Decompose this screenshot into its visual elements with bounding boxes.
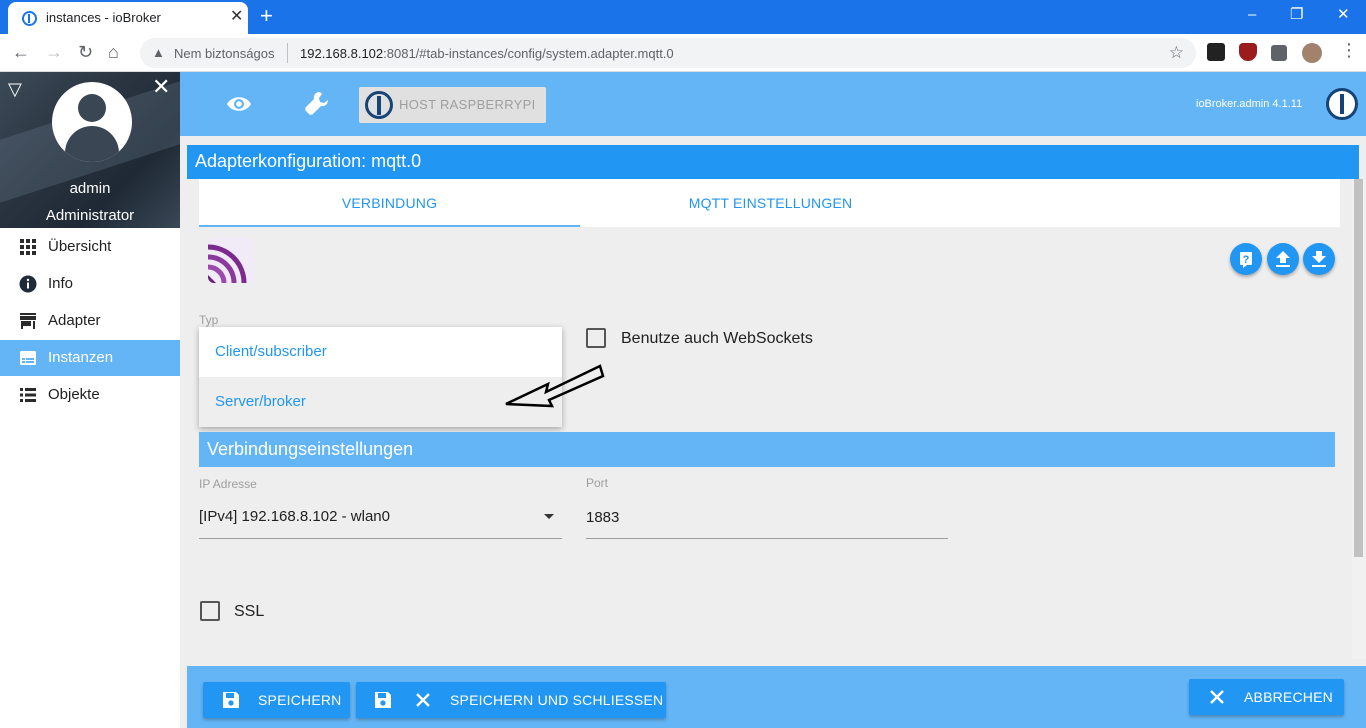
browser-tab-strip: instances - ioBroker ✕ + – ❐ ✕ [0,0,1366,34]
browser-tab[interactable]: instances - ioBroker ✕ [8,2,248,34]
profile-avatar[interactable] [1302,43,1322,63]
typ-label: Typ [199,313,219,327]
reload-icon[interactable]: ↻ [78,42,93,62]
iobroker-logo-icon[interactable] [1326,88,1358,120]
cancel-label: ABBRECHEN [1244,689,1333,705]
security-label[interactable]: Nem biztonságos [174,46,274,61]
omnibox[interactable]: ▲ Nem biztonságos 192.168.8.102:8081/#ta… [140,38,1196,68]
ssl-checkbox[interactable] [200,601,220,621]
warning-icon[interactable]: ▲ [152,45,165,60]
iobroker-triangle-icon[interactable]: ▽ [8,80,22,98]
sidebar-item-instanzen[interactable]: Instanzen [0,340,180,376]
ssl-label[interactable]: SSL [234,603,264,621]
port-label: Port [586,476,609,490]
user-avatar[interactable] [52,82,132,162]
ip-underline [199,538,562,539]
scrollbar-thumb[interactable] [1354,179,1363,557]
host-label: HOST RASPBERRYPI [399,97,536,112]
tab-title: instances - ioBroker [46,10,161,25]
sidebar: ▽ ✕ admin Administrator Übersicht Info A… [0,72,180,728]
close-window-button[interactable]: ✕ [1337,6,1350,24]
user-name: admin [69,180,111,197]
url-path: :8081/#tab-instances/config/system.adapt… [383,46,674,61]
sidebar-item-uebersicht[interactable]: Übersicht [0,229,180,265]
footer-bar: SPEICHERN SPEICHERN UND SCHLIESSEN ABBRE… [187,666,1366,728]
info-icon [19,275,37,293]
address-bar-row: ← → ↻ ⌂ ▲ Nem biztonságos 192.168.8.102:… [0,34,1366,72]
sidebar-item-label: Info [48,275,74,292]
maximize-button[interactable]: ❐ [1290,6,1303,24]
section-header: Verbindungseinstellungen [199,432,1335,467]
help-icon: ? [1240,252,1252,268]
close-sidebar-icon[interactable]: ✕ [152,76,170,98]
save-label: SPEICHERN [258,692,342,708]
save-button[interactable]: SPEICHERN [203,682,350,718]
user-panel: ▽ ✕ admin Administrator [0,72,180,228]
main-content: Adapterkonfiguration: mqtt.0 VERBINDUNG … [180,136,1366,728]
forward-arrow-icon[interactable]: → [45,42,63,62]
back-arrow-icon[interactable]: ← [12,42,30,62]
sidebar-item-objekte[interactable]: Objekte [0,377,180,413]
floppy-disk-icon [375,692,391,708]
sidebar-item-info[interactable]: Info [0,266,180,302]
config-header: Adapterkonfiguration: mqtt.0 [187,145,1359,179]
close-icon [1210,690,1224,704]
user-role: Administrator [45,207,135,224]
admin-version: ioBroker.admin 4.1.11 [1196,98,1303,110]
save-and-close-label: SPEICHERN UND SCHLIESSEN [450,692,664,708]
websockets-label[interactable]: Benutze auch WebSockets [621,330,813,348]
sidebar-item-label: Übersicht [48,238,112,255]
upload-button[interactable] [1267,243,1299,275]
tab-mqtt-einstellungen[interactable]: MQTT EINSTELLUNGEN [580,179,961,227]
wrench-icon[interactable] [304,90,330,116]
upload-icon [1276,251,1290,267]
config-tabs: VERBINDUNG MQTT EINSTELLUNGEN [199,179,1340,227]
minimize-button[interactable]: – [1248,6,1256,24]
download-icon [1312,251,1326,267]
help-button[interactable]: ? [1230,243,1262,275]
close-icon [416,693,430,707]
new-tab-button[interactable]: + [260,4,273,28]
annotation-arrow-icon [505,364,605,408]
sidebar-item-adapter[interactable]: Adapter [0,303,180,339]
ip-address-select[interactable]: [IPv4] 192.168.8.102 - wlan0 [199,508,390,525]
home-icon[interactable]: ⌂ [108,42,119,62]
port-input[interactable]: 1883 [586,509,619,526]
sidebar-item-label: Objekte [48,386,100,403]
download-button[interactable] [1303,243,1335,275]
url-text[interactable]: 192.168.8.102:8081/#tab-instances/config… [300,46,674,61]
extensions-puzzle-icon[interactable] [1271,45,1287,61]
websockets-checkbox[interactable] [586,328,606,348]
grid-icon [20,239,36,255]
cancel-button[interactable]: ABBRECHEN [1189,679,1344,715]
instances-icon [20,351,36,365]
app-toolbar: HOST RASPBERRYPI ioBroker.admin 4.1.11 [180,72,1366,136]
list-icon [20,388,36,402]
mqtt-adapter-icon [208,237,254,283]
dropdown-caret-icon[interactable] [544,514,554,519]
extension-h-icon[interactable] [1207,43,1225,61]
ublock-icon[interactable] [1239,43,1257,61]
bookmark-star-icon[interactable]: ☆ [1169,43,1184,63]
iobroker-logo-icon [365,91,393,119]
save-and-close-button[interactable]: SPEICHERN UND SCHLIESSEN [356,682,666,718]
tab-verbindung[interactable]: VERBINDUNG [199,179,580,227]
url-host: 192.168.8.102 [300,46,384,61]
store-icon [20,313,36,329]
eye-icon[interactable] [226,92,252,116]
sidebar-item-label: Instanzen [48,349,114,366]
svg-text:?: ? [1243,254,1250,266]
floppy-disk-icon [223,692,239,708]
host-button[interactable]: HOST RASPBERRYPI [359,87,546,123]
iobroker-favicon-icon [22,11,37,26]
section-title: Verbindungseinstellungen [207,439,414,459]
tab-close-icon[interactable]: ✕ [230,8,243,26]
menu-dots-icon[interactable]: ⋮ [1340,40,1358,60]
ip-address-label: IP Adresse [199,477,257,491]
port-underline [586,538,948,539]
sidebar-item-label: Adapter [48,312,101,329]
page-title: Adapterkonfiguration: mqtt.0 [195,151,422,171]
url-separator [287,43,288,63]
